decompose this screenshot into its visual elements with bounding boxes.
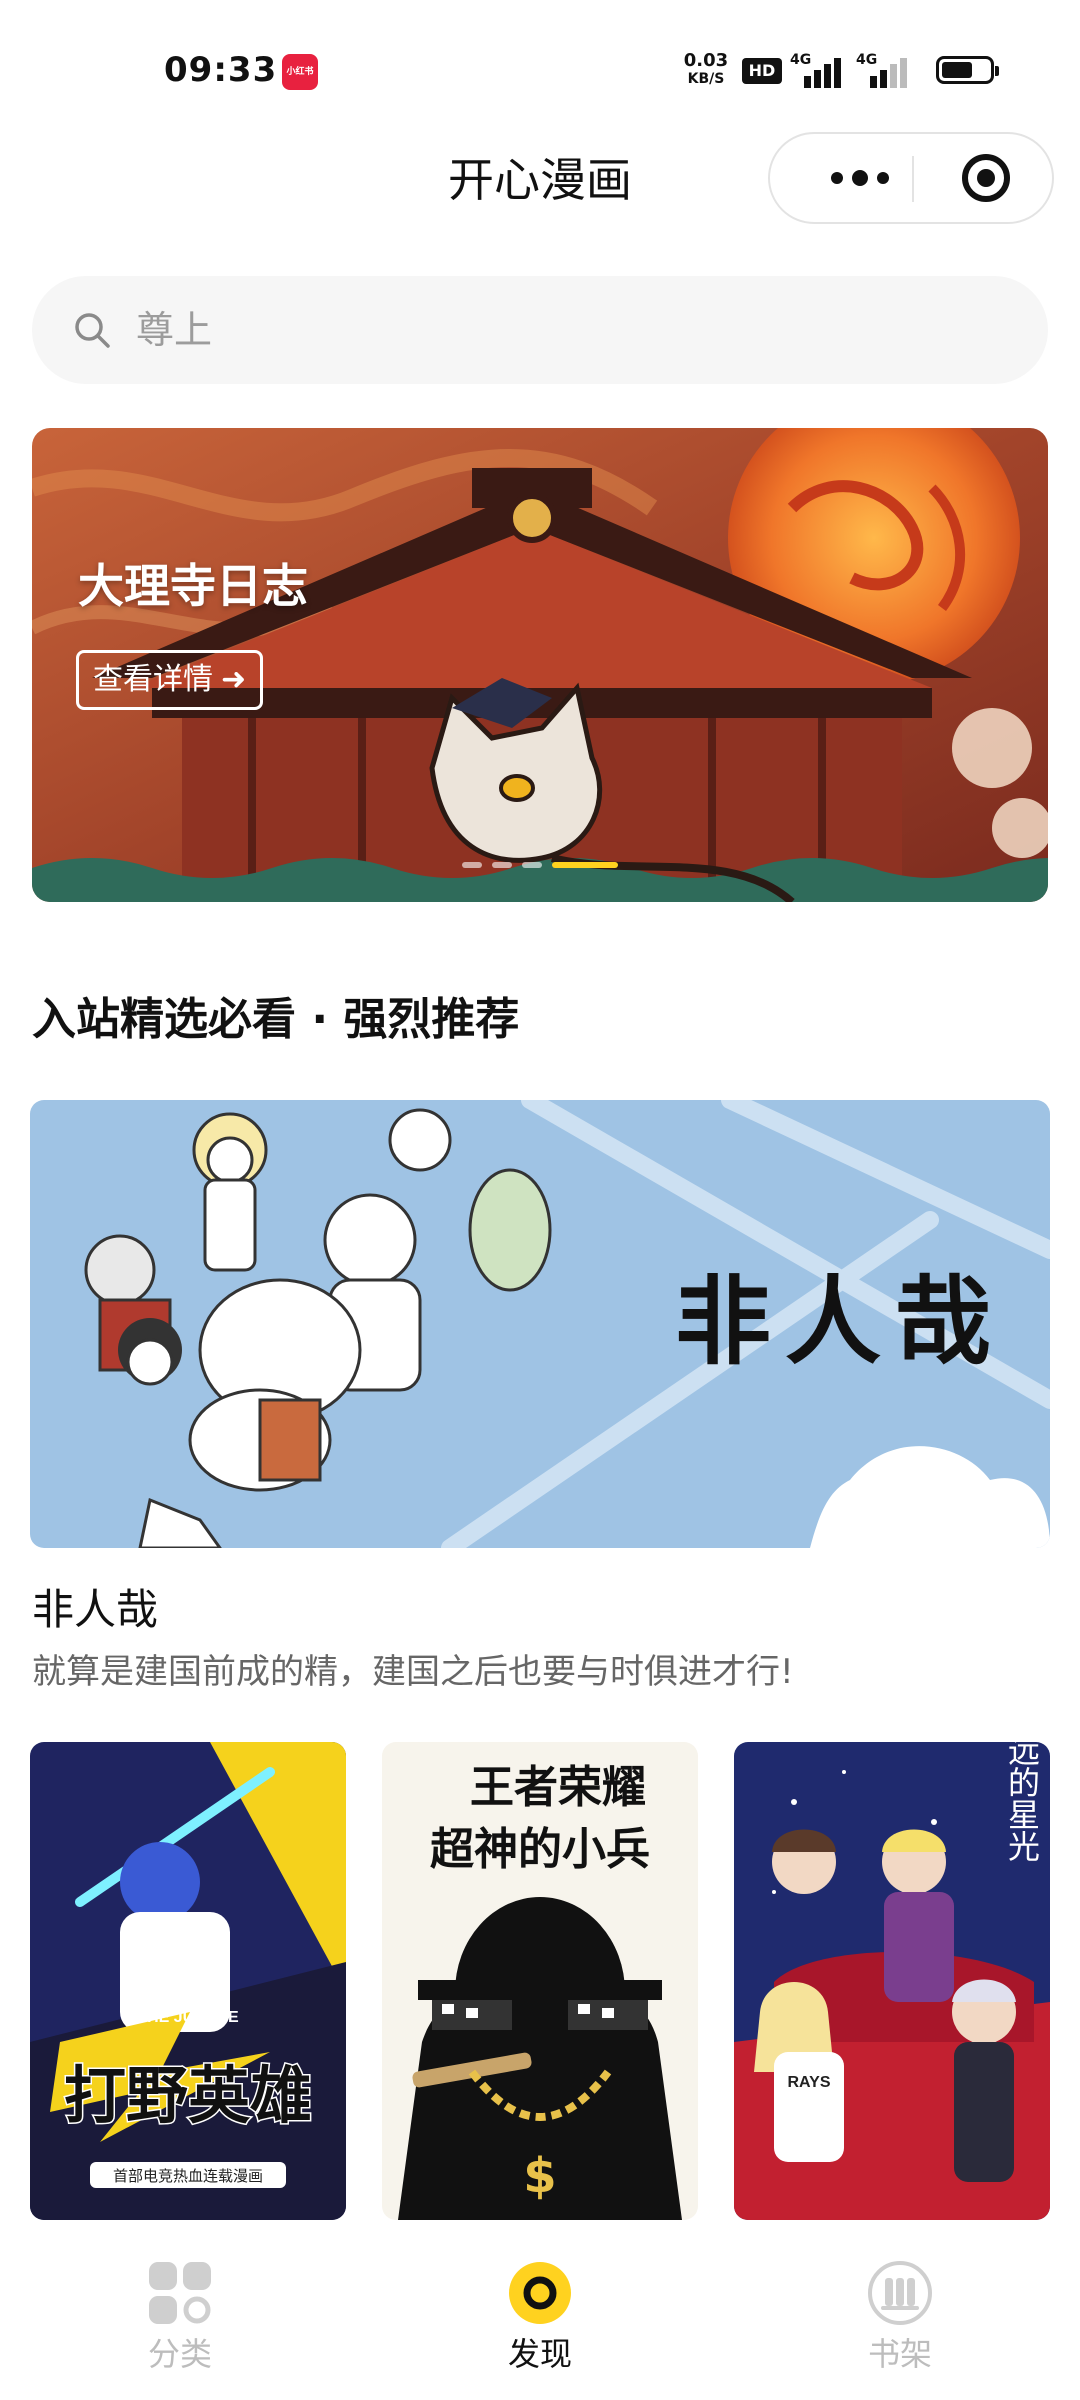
cover-badge: RAYS — [788, 2074, 831, 2091]
cover-title-line1: 王者荣耀 — [470, 1762, 646, 1813]
battery-icon — [936, 56, 999, 84]
status-bar: 09:33 小红书 0.03 KB/S HD 4G 4G — [0, 0, 1080, 130]
signal-icon: 4G — [790, 52, 846, 88]
featured-comic-cover[interactable]: 非人哉 — [30, 1100, 1050, 1548]
arrow-right-icon: ➜ — [221, 662, 247, 697]
search-icon — [75, 313, 110, 348]
comic-cover-item[interactable]: THE JUNGLE 打野英雄 首部电竞热血连载漫画 — [30, 1742, 346, 2220]
search-input[interactable] — [136, 276, 996, 384]
app-badge-icon: 小红书 — [282, 54, 318, 90]
featured-comic-description: 就算是建国前成的精，建国之后也要与时俱进才行! — [32, 1652, 794, 1692]
view-details-button[interactable]: 查看详情 ➜ — [76, 650, 264, 710]
signal-icon: 4G — [856, 52, 912, 88]
featured-cover-image: 非人哉 — [30, 1100, 1050, 1548]
cover-tagline: 首部电竞热血连载漫画 — [113, 2167, 263, 2185]
close-target-icon[interactable] — [962, 154, 1010, 202]
tab-label: 分类 — [147, 2335, 212, 2373]
banner-carousel[interactable]: 大理寺日志 查看详情 ➜ — [32, 428, 1048, 902]
carousel-indicator — [462, 862, 618, 868]
cover-image-yaoyuandexingguang: 遥远的星光 RAYS — [734, 1742, 1050, 2220]
net-speed: 0.03 KB/S — [678, 52, 734, 88]
search-bar[interactable] — [32, 276, 1048, 384]
carousel-dot[interactable] — [522, 862, 542, 868]
discover-icon — [507, 2260, 573, 2326]
comic-cover-item[interactable]: 遥远的星光 RAYS — [734, 1742, 1050, 2220]
banner-title: 大理寺日志 — [78, 559, 308, 613]
section-title: 入站精选必看 · 强烈推荐 — [32, 994, 520, 1045]
featured-cover-title: 非人哉 — [675, 1266, 1005, 1378]
cover-image-dayexiongyong: THE JUNGLE 打野英雄 首部电竞热血连载漫画 — [30, 1742, 346, 2220]
svg-text:$: $ — [523, 2148, 556, 2204]
capsule-divider — [912, 156, 914, 202]
grid-icon — [147, 2260, 213, 2326]
tab-category[interactable]: 分类 — [80, 2260, 280, 2374]
cover-title: 遥远的星光 — [1003, 1742, 1041, 1862]
net-speed-unit: KB/S — [687, 71, 725, 87]
carousel-dot-active[interactable] — [552, 862, 618, 868]
tab-label: 发现 — [507, 2335, 572, 2373]
view-details-label: 查看详情 — [93, 662, 213, 697]
cover-en-title: THE JUNGLE — [137, 2009, 239, 2026]
signal-label: 4G — [856, 52, 878, 68]
tab-bar: 分类 发现 书架 — [0, 2240, 1080, 2400]
more-icon[interactable] — [810, 134, 910, 222]
miniprogram-capsule — [768, 132, 1054, 224]
featured-comic-title[interactable]: 非人哉 — [32, 1580, 158, 1640]
cover-title-line2: 超神的小兵 — [430, 1824, 650, 1875]
cover-image-wangzherongyao: 王者荣耀 超神的小兵 $ — [382, 1742, 698, 2220]
tab-label: 书架 — [867, 2335, 932, 2373]
hd-icon: HD — [742, 58, 782, 84]
comic-cover-item[interactable]: 王者荣耀 超神的小兵 $ — [382, 1742, 698, 2220]
carousel-dot[interactable] — [462, 862, 482, 868]
status-time: 09:33 — [164, 50, 278, 90]
net-speed-value: 0.03 — [683, 50, 729, 71]
cover-title: 打野英雄 — [64, 2059, 312, 2132]
tab-discover[interactable]: 发现 — [440, 2260, 640, 2374]
signal-label: 4G — [790, 52, 812, 68]
carousel-dot[interactable] — [492, 862, 512, 868]
tab-bookshelf[interactable]: 书架 — [800, 2260, 1000, 2374]
bookshelf-icon — [867, 2260, 933, 2326]
